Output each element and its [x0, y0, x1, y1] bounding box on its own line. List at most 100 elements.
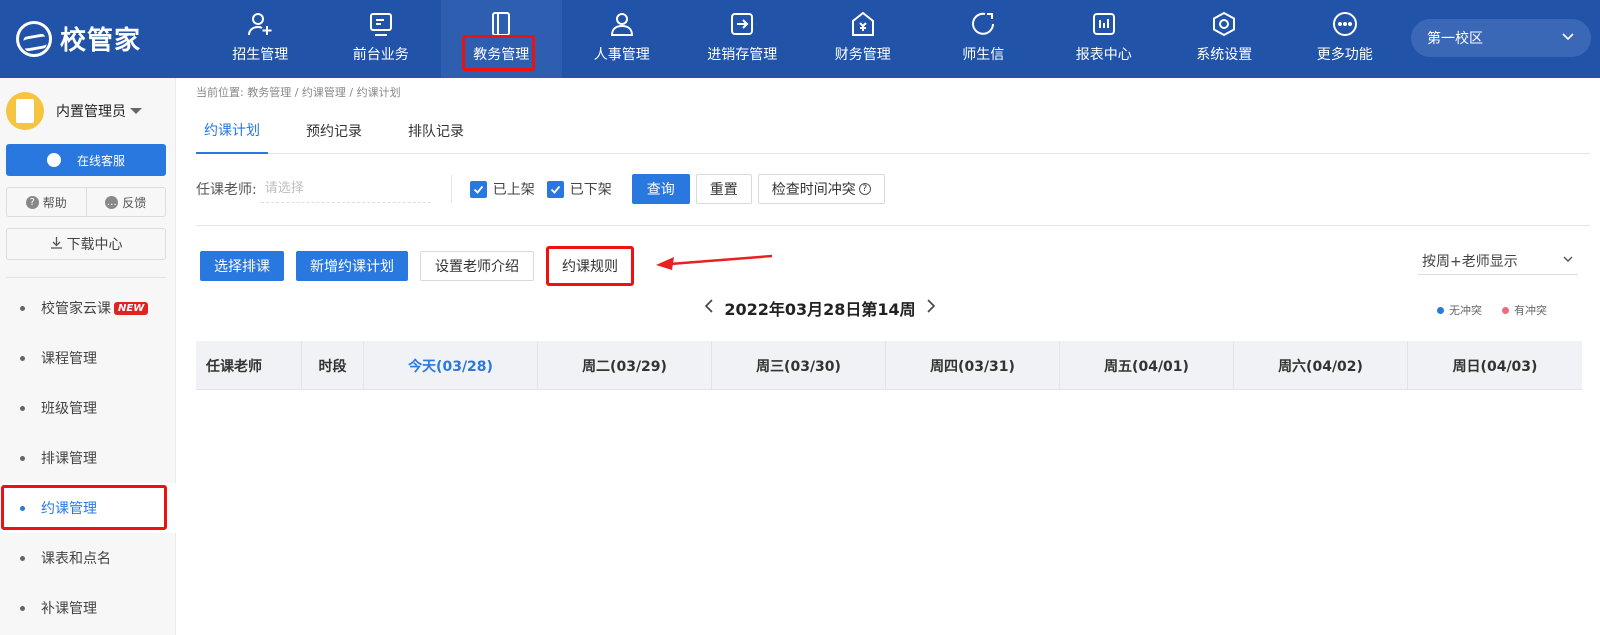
tab-queue-records[interactable]: 排队记录 [400, 108, 472, 154]
feedback-icon: … [105, 195, 119, 209]
nav-label: 师生信 [962, 47, 1005, 63]
campus-select-value: 第一校区 [1427, 31, 1483, 47]
check-conflict-button[interactable]: 检查时间冲突 ? [757, 174, 885, 204]
column-header-tue: 周二(03/29) [538, 341, 712, 390]
off-shelf-checkbox[interactable]: 已下架 [546, 179, 612, 199]
tab-bar: 约课计划 预约记录 排队记录 [196, 108, 1590, 154]
tab-booking-records[interactable]: 预约记录 [298, 108, 370, 154]
nav-label: 财务管理 [834, 47, 891, 63]
off-shelf-label: 已下架 [569, 182, 612, 198]
highlight-box [1, 485, 167, 530]
nav-item-front-desk[interactable]: 前台业务 [321, 0, 442, 78]
week-title: 2022年03月28日第14周 [724, 300, 916, 319]
online-service-button[interactable]: 在线客服 [6, 144, 166, 176]
teacher-select[interactable] [260, 175, 431, 203]
sidebar-item-label: 课表和点名 [41, 551, 111, 567]
nav-item-inventory[interactable]: 进销存管理 [682, 0, 803, 78]
sidebar-item-booking[interactable]: 约课管理 [0, 483, 176, 533]
main-nav: 招生管理 前台业务 教务管理 人事管理 进销存管理 财务管理 师生信 报表中心 … [200, 0, 1405, 78]
bullet-dot [20, 405, 25, 411]
nav-item-reports[interactable]: 报表中心 [1044, 0, 1165, 78]
nav-item-messages[interactable]: 师生信 [923, 0, 1044, 78]
campus-select[interactable]: 第一校区 [1411, 19, 1591, 57]
next-week-icon[interactable] [926, 298, 936, 318]
column-header-sun: 周日(04/03) [1452, 358, 1538, 375]
nav-label: 进销存管理 [707, 47, 778, 63]
sidebar-menu: 校管家云课 NEW 课程管理 班级管理 排课管理 约课管理 课表和点名 补课管理 [0, 283, 176, 633]
highlight-box [462, 35, 535, 71]
prev-week-icon[interactable] [704, 298, 714, 318]
download-center-button[interactable]: 下载中心 [6, 228, 166, 260]
logo-text: 校管家 [60, 26, 142, 56]
legend-no-conflict: 无冲突 [1437, 302, 1482, 318]
tab-booking-plan[interactable]: 约课计划 [196, 108, 268, 154]
bullet-dot [20, 355, 25, 361]
column-header-thu: 周四(03/31) [886, 341, 1060, 390]
legend-label: 有冲突 [1514, 304, 1547, 317]
nav-label: 系统设置 [1196, 47, 1253, 63]
sidebar-item-label: 补课管理 [41, 601, 97, 617]
query-button[interactable]: 查询 [631, 174, 690, 204]
download-center-label: 下载中心 [66, 237, 123, 253]
sidebar-item-label: 排课管理 [41, 451, 97, 467]
divider [450, 175, 452, 203]
nav-item-enrollment[interactable]: 招生管理 [200, 0, 321, 78]
check-conflict-label: 检查时间冲突 [771, 182, 856, 198]
on-shelf-checkbox[interactable]: 已上架 [469, 179, 535, 199]
schedule-table-header: 任课老师 时段 今天(03/28) 周二(03/29) 周三(03/30) 周四… [196, 341, 1582, 390]
nav-item-hr[interactable]: 人事管理 [562, 0, 683, 78]
nav-label: 报表中心 [1075, 47, 1132, 63]
report-icon [1091, 11, 1117, 37]
help-feedback-row: ? 帮助 … 反馈 [6, 187, 166, 217]
legend-dot-red [1502, 306, 1509, 314]
reset-button[interactable]: 重置 [695, 174, 752, 204]
sidebar-item-timetable[interactable]: 课表和点名 [0, 533, 176, 583]
chevron-down-icon [1561, 29, 1575, 47]
chat-icon [46, 153, 61, 167]
nav-item-academic[interactable]: 教务管理 [441, 0, 562, 78]
select-schedule-button[interactable]: 选择排课 [200, 251, 284, 281]
booking-rules-button[interactable]: 约课规则 [546, 246, 634, 286]
sidebar-divider [6, 277, 166, 278]
feedback-button[interactable]: … 反馈 [85, 188, 166, 216]
avatar [6, 92, 44, 130]
legend-conflict: 有冲突 [1502, 302, 1547, 318]
settings-icon [1211, 11, 1237, 37]
view-mode-select[interactable]: 按周+老师显示 [1418, 247, 1578, 275]
sidebar-item-courses[interactable]: 课程管理 [0, 333, 176, 383]
nav-item-settings[interactable]: 系统设置 [1164, 0, 1285, 78]
app-logo[interactable]: 校管家 [16, 20, 141, 57]
nav-item-finance[interactable]: 财务管理 [803, 0, 924, 78]
sidebar-item-label: 课程管理 [41, 351, 97, 367]
teacher-label: 任课老师: [196, 182, 257, 198]
help-label: 帮助 [42, 195, 67, 210]
column-header-teacher: 任课老师 [196, 341, 302, 390]
monitor-icon [368, 11, 394, 37]
week-navigator: 2022年03月28日第14周 [0, 295, 1600, 321]
online-service-label: 在线客服 [76, 153, 125, 168]
breadcrumb: 当前位置: 教务管理 / 约课管理 / 约课计划 [196, 86, 401, 99]
sidebar-item-classes[interactable]: 班级管理 [0, 383, 176, 433]
person-icon [609, 11, 635, 37]
sidebar-item-label: 班级管理 [41, 401, 97, 417]
user-menu[interactable]: 内置管理员 [6, 92, 142, 130]
logo-icon [16, 20, 52, 57]
sidebar-item-scheduling[interactable]: 排课管理 [0, 433, 176, 483]
conflict-legend: 无冲突 有冲突 [1437, 302, 1567, 318]
legend-dot-blue [1437, 306, 1444, 314]
help-button[interactable]: ? 帮助 [7, 188, 86, 216]
column-header-period: 时段 [302, 341, 364, 390]
book-icon [488, 11, 514, 37]
view-mode-value: 按周+老师显示 [1422, 253, 1518, 270]
nav-label: 招生管理 [232, 47, 289, 63]
checkmark-icon [546, 180, 564, 198]
column-header-today: 今天(03/28) [364, 341, 538, 390]
inventory-icon [729, 11, 755, 37]
column-header-wed: 周三(03/30) [712, 341, 886, 390]
teacher-intro-button[interactable]: 设置老师介绍 [420, 251, 534, 281]
sidebar-item-makeup[interactable]: 补课管理 [0, 583, 176, 633]
caret-down-icon [130, 108, 142, 114]
user-name: 内置管理员 [56, 104, 126, 120]
nav-item-more[interactable]: 更多功能 [1285, 0, 1406, 78]
add-booking-plan-button[interactable]: 新增约课计划 [296, 251, 408, 281]
